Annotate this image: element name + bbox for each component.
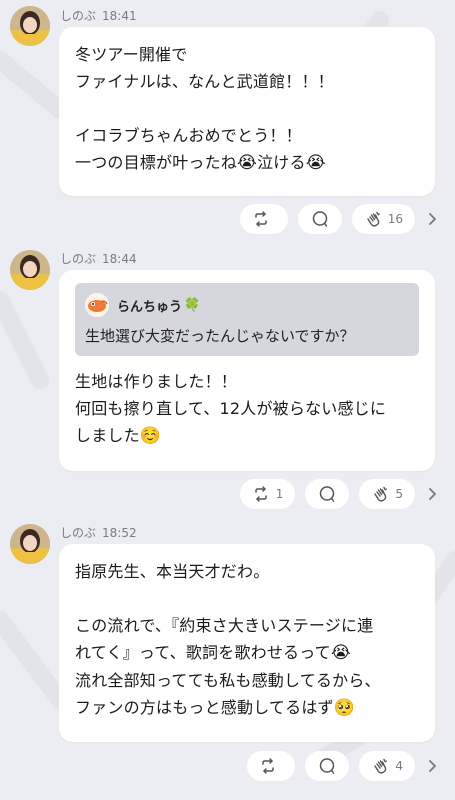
message-text: 一つの目標が叶ったね bbox=[75, 153, 238, 172]
chevron-right-icon bbox=[429, 760, 436, 772]
crying-emoji: 😭 bbox=[330, 643, 351, 663]
post-header: しのぶ 18:52 bbox=[60, 524, 137, 541]
clover-badge: 🍀 bbox=[184, 297, 201, 313]
post-1: しのぶ 18:41 冬ツアー開催で ファイナルは、なんと武道館！！！ イコラブちゃ… bbox=[0, 0, 455, 240]
timestamp: 18:41 bbox=[102, 9, 137, 23]
message-line: 生地は作りました！！ bbox=[75, 372, 238, 391]
post-3: しのぶ 18:52 指原先生、本当天才だわ。 この流れで、『約束さ大きいステージに… bbox=[0, 518, 455, 800]
chevron-right-icon bbox=[429, 488, 436, 500]
crying-emoji: 😭 bbox=[237, 153, 258, 173]
clap-icon bbox=[367, 211, 380, 227]
comment-icon bbox=[312, 211, 327, 227]
comment-button[interactable] bbox=[305, 479, 350, 509]
repost-icon bbox=[254, 486, 267, 502]
message-bubble[interactable]: 冬ツアー開催で ファイナルは、なんと武道館！！！ イコラブちゃんおめでとう！！ … bbox=[59, 27, 435, 196]
quoted-author: らんちゅう bbox=[117, 299, 183, 315]
message-text: ファンの方はもっと感動してるはず bbox=[75, 698, 334, 717]
chevron-right-icon bbox=[429, 213, 436, 225]
message-text: 泣ける bbox=[257, 153, 306, 172]
avatar[interactable] bbox=[10, 6, 50, 46]
repost-button[interactable] bbox=[239, 204, 288, 234]
message-text: しました bbox=[75, 426, 140, 445]
repost-icon bbox=[254, 211, 267, 227]
message-bubble[interactable]: 指原先生、本当天才だわ。 この流れで、『約束さ大きいステージに連 れてく』って、… bbox=[59, 544, 435, 742]
clap-icon bbox=[374, 486, 388, 502]
repost-count: 1 bbox=[275, 487, 284, 501]
message-text: れてく』って、歌詞を歌わせるって bbox=[75, 643, 331, 662]
message-line: しました☺️ bbox=[75, 422, 419, 450]
clap-button[interactable]: 16 bbox=[351, 204, 415, 234]
message-line: 指原先生、本当天才だわ。 bbox=[75, 562, 270, 581]
clap-count: 4 bbox=[395, 759, 403, 773]
message-line: 何回も擦り直して、12人が被らない感じに bbox=[75, 399, 387, 418]
more-chevron[interactable] bbox=[425, 759, 439, 773]
quoted-header: らんちゅう 🍀 bbox=[85, 291, 409, 319]
message-line: 冬ツアー開催で bbox=[75, 45, 188, 64]
comment-icon bbox=[320, 486, 335, 502]
message-line: 流れ全部知ってても私も感動してるから、 bbox=[75, 671, 381, 690]
pleading-emoji: 🥺 bbox=[333, 698, 356, 718]
repost-button[interactable] bbox=[247, 751, 296, 781]
more-chevron[interactable] bbox=[425, 212, 439, 226]
clap-count: 5 bbox=[395, 487, 403, 501]
message-line: ファンの方はもっと感動してるはず🥺 bbox=[75, 694, 419, 722]
author-name[interactable]: しのぶ bbox=[60, 252, 96, 266]
avatar[interactable] bbox=[10, 250, 50, 290]
post-2: しのぶ 18:44 らんちゅう 🍀 生地選び大変だったんじゃないですか？ 生地は作… bbox=[0, 243, 455, 513]
reaction-bar: 4 bbox=[247, 751, 439, 781]
author-name[interactable]: しのぶ bbox=[60, 526, 96, 540]
message-line: この流れで、『約束さ大きいステージに連 bbox=[75, 616, 374, 635]
message-line: イコラブちゃんおめでとう！！ bbox=[75, 126, 302, 145]
timestamp: 18:44 bbox=[102, 252, 137, 266]
author-name[interactable]: しのぶ bbox=[60, 9, 96, 23]
quoted-avatar bbox=[85, 293, 109, 317]
reaction-bar: 1 5 bbox=[239, 479, 439, 509]
clap-count: 16 bbox=[387, 212, 403, 226]
comment-button[interactable] bbox=[297, 204, 342, 234]
message-line: ファイナルは、なんと武道館！！！ bbox=[75, 72, 334, 91]
clap-icon bbox=[374, 758, 388, 774]
crying-emoji: 😭 bbox=[305, 153, 326, 173]
more-chevron[interactable] bbox=[425, 487, 439, 501]
quoted-text: 生地選び大変だったんじゃないですか？ bbox=[85, 327, 355, 345]
comment-icon bbox=[320, 758, 335, 774]
repost-button[interactable]: 1 bbox=[239, 479, 296, 509]
message-line: 一つの目標が叶ったね😭泣ける😭 bbox=[75, 149, 419, 177]
message-bubble[interactable]: らんちゅう 🍀 生地選び大変だったんじゃないですか？ 生地は作りました！！ 何回… bbox=[59, 270, 435, 471]
post-header: しのぶ 18:41 bbox=[60, 7, 137, 24]
reaction-bar: 16 bbox=[239, 204, 439, 234]
timestamp: 18:52 bbox=[102, 526, 137, 540]
avatar[interactable] bbox=[10, 524, 50, 564]
message-line: れてく』って、歌詞を歌わせるって😭 bbox=[75, 639, 419, 667]
message-line bbox=[75, 585, 419, 612]
quoted-message[interactable]: らんちゅう 🍀 生地選び大変だったんじゃないですか？ bbox=[75, 283, 419, 356]
clap-button[interactable]: 5 bbox=[359, 479, 415, 509]
message-line bbox=[75, 95, 419, 122]
smiling-emoji: ☺️ bbox=[139, 426, 162, 446]
clap-button[interactable]: 4 bbox=[359, 751, 415, 781]
comment-button[interactable] bbox=[305, 751, 350, 781]
post-header: しのぶ 18:44 bbox=[60, 250, 137, 267]
repost-icon bbox=[262, 758, 275, 774]
